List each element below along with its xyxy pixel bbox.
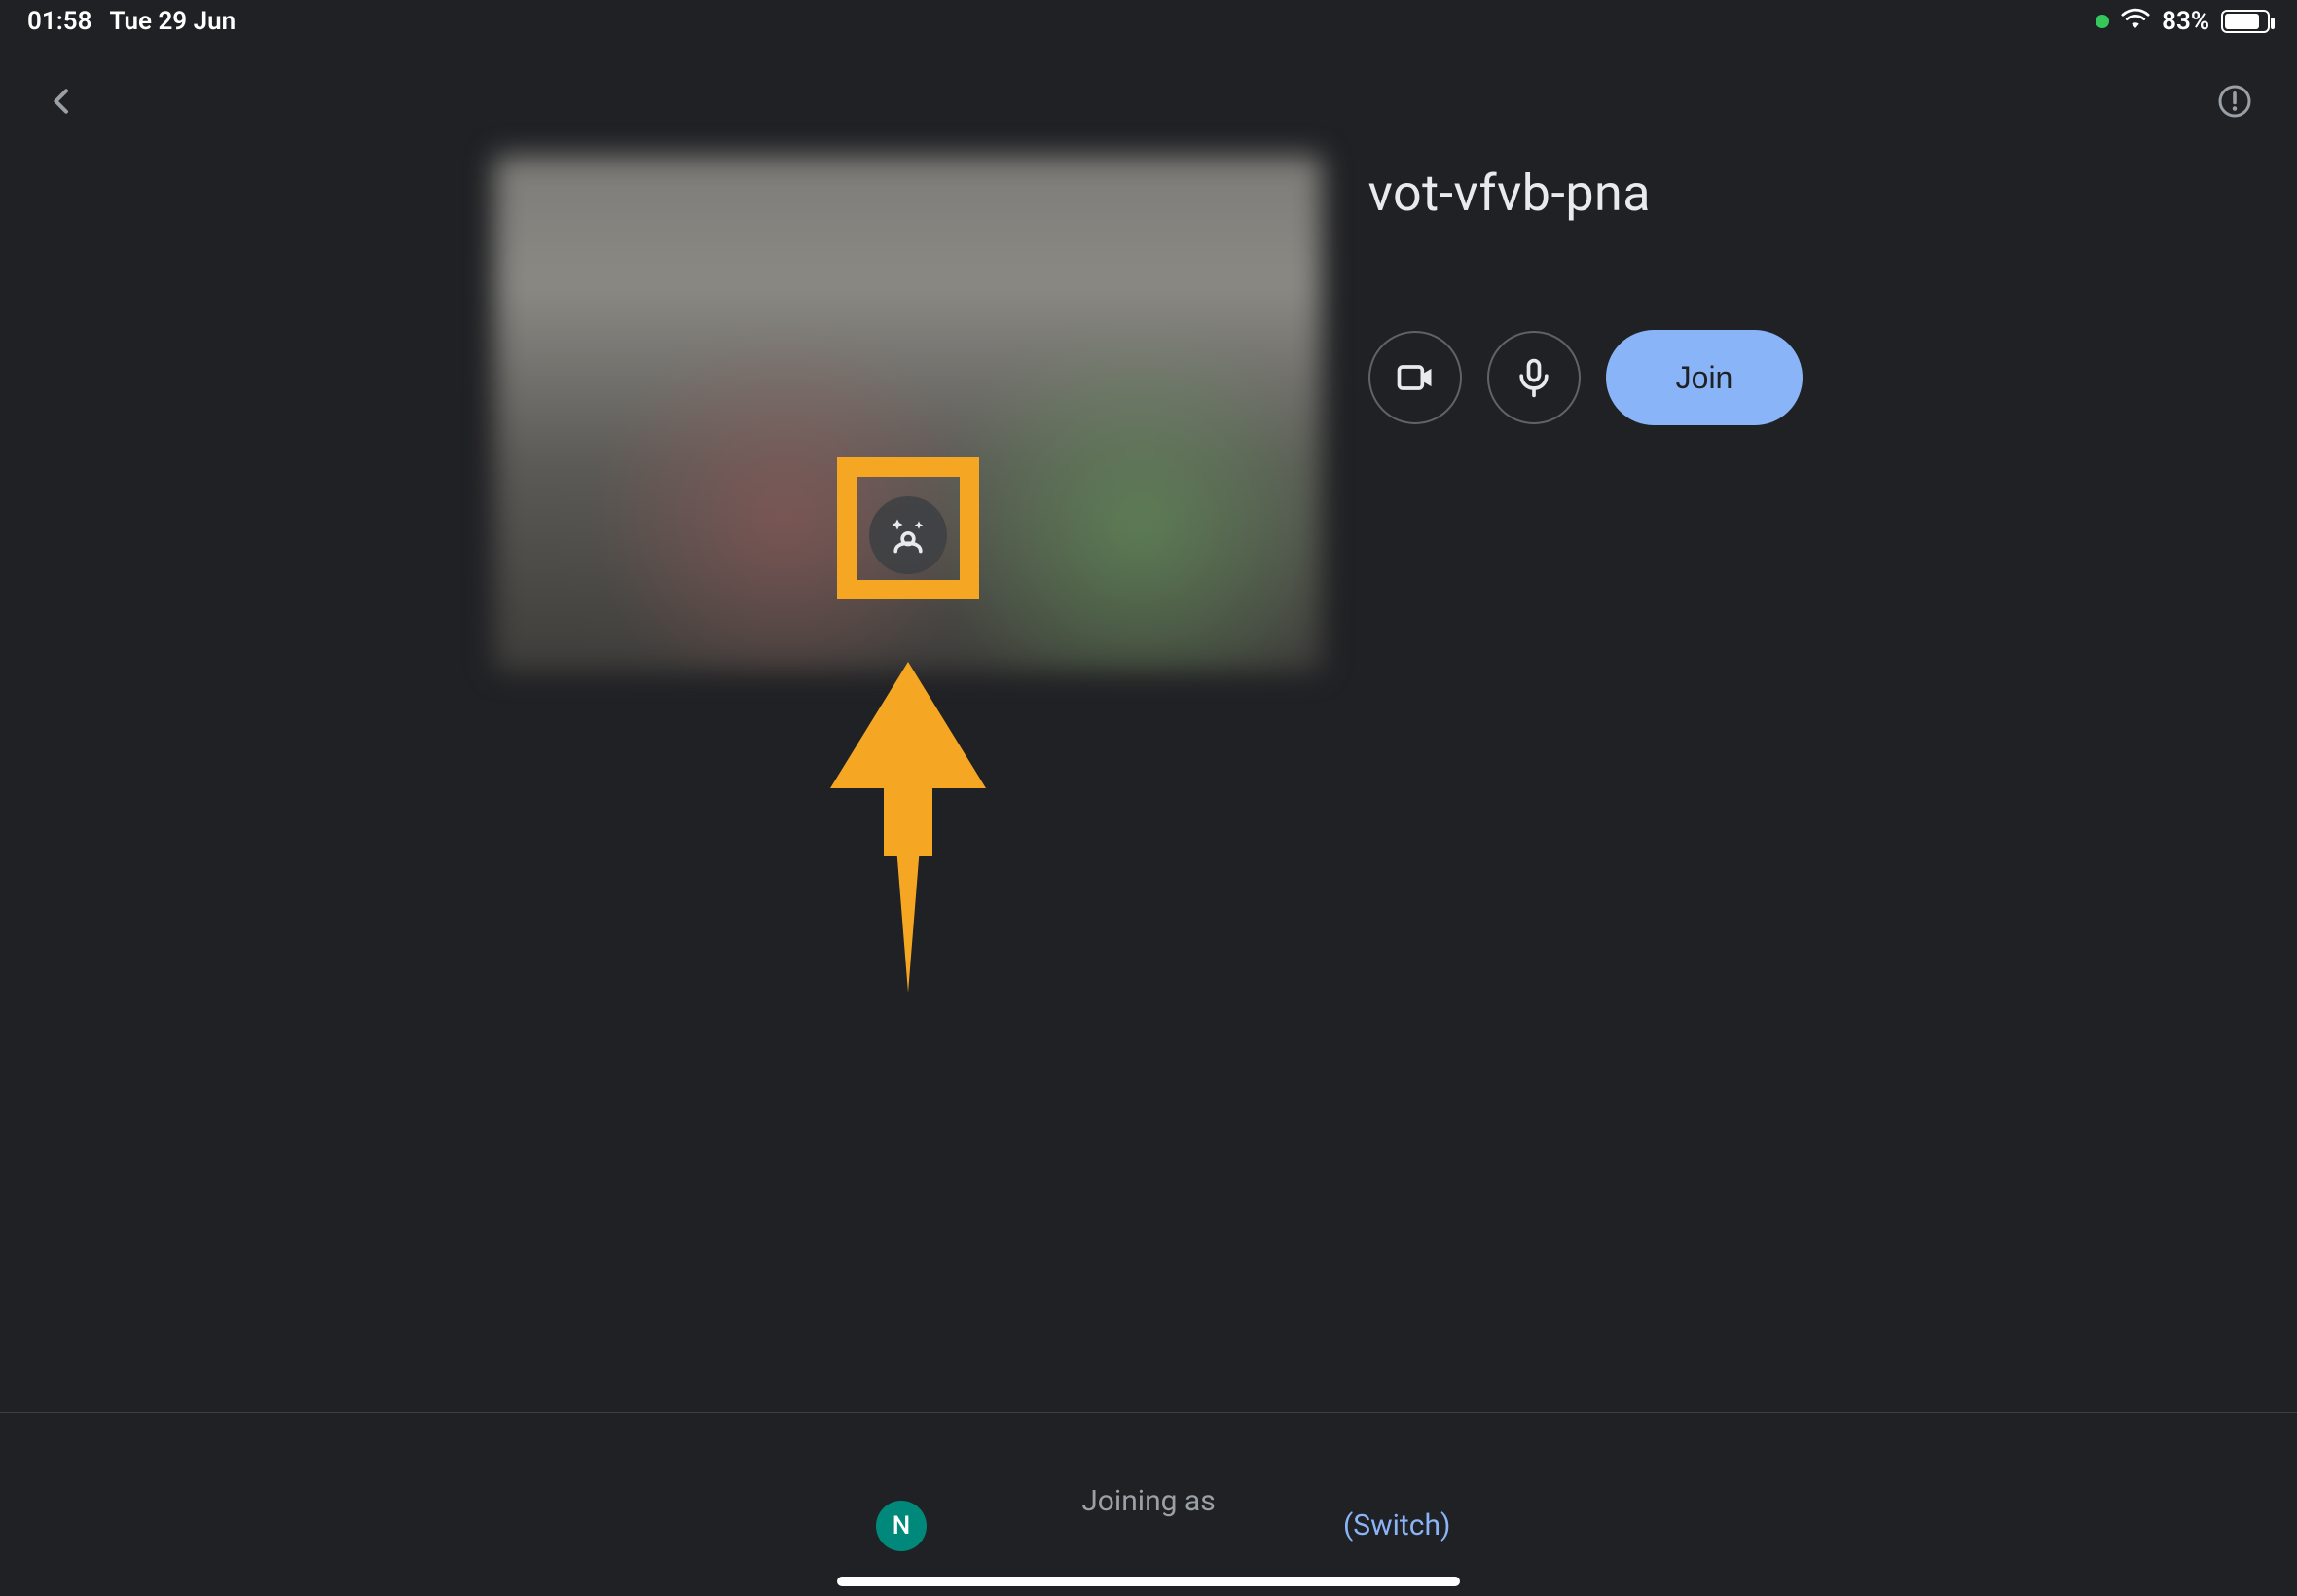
nav-bar bbox=[0, 58, 2297, 144]
microphone-icon bbox=[1513, 356, 1555, 399]
joining-as-label: Joining as bbox=[1081, 1484, 1215, 1518]
wifi-icon bbox=[2121, 7, 2150, 37]
status-date: Tue 29 Jun bbox=[110, 7, 237, 36]
status-time: 01:58 bbox=[27, 7, 92, 36]
join-button-label: Join bbox=[1676, 360, 1733, 396]
battery-percent: 83% bbox=[2162, 7, 2209, 36]
meeting-info-panel: vot-vfvb-pna Join bbox=[1368, 156, 1804, 671]
toggle-mic-button[interactable] bbox=[1487, 331, 1581, 424]
battery-icon bbox=[2221, 10, 2270, 33]
prejoin-content: vot-vfvb-pna Join bbox=[0, 156, 2297, 671]
avatar[interactable]: N bbox=[876, 1501, 927, 1551]
join-button[interactable]: Join bbox=[1606, 330, 1804, 425]
back-button[interactable] bbox=[39, 78, 86, 125]
footer: Joining as N (Switch) bbox=[0, 1413, 2297, 1596]
camera-preview-container bbox=[494, 156, 1322, 671]
switch-account-link[interactable]: (Switch) bbox=[1343, 1508, 1450, 1542]
toggle-camera-button[interactable] bbox=[1368, 331, 1462, 424]
camera-icon bbox=[1394, 356, 1437, 399]
visual-effects-button[interactable] bbox=[869, 496, 947, 574]
meeting-code: vot-vfvb-pna bbox=[1368, 163, 1804, 223]
home-indicator[interactable] bbox=[837, 1577, 1460, 1586]
annotation-arrow-icon bbox=[830, 662, 986, 997]
alert-circle-icon bbox=[2217, 84, 2252, 119]
avatar-initial: N bbox=[893, 1511, 910, 1541]
camera-preview bbox=[494, 156, 1322, 671]
camera-active-dot-icon bbox=[2096, 15, 2109, 28]
chevron-left-icon bbox=[47, 82, 78, 121]
switch-label: (Switch) bbox=[1343, 1508, 1450, 1542]
ios-status-bar: 01:58 Tue 29 Jun 83% bbox=[0, 0, 2297, 43]
report-problem-button[interactable] bbox=[2211, 78, 2258, 125]
sparkle-effects-icon bbox=[887, 514, 930, 557]
prejoin-controls: Join bbox=[1368, 330, 1804, 425]
